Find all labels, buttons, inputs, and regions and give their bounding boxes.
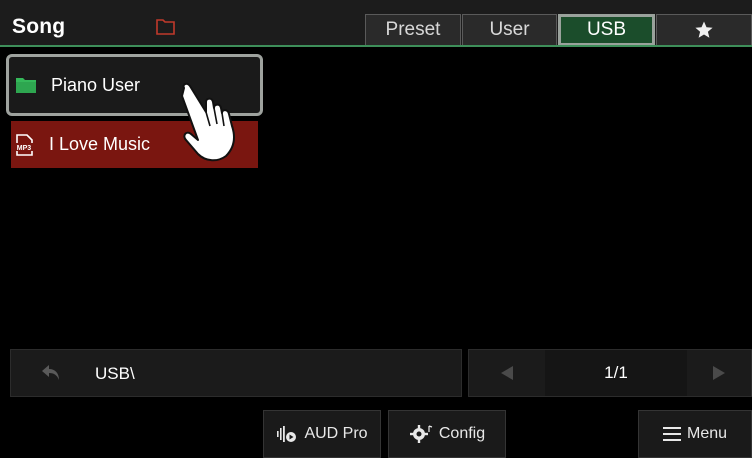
header-divider [0,45,752,47]
prev-page-button[interactable] [469,350,545,396]
folder-icon [16,78,36,93]
config-button[interactable]: Config [388,410,506,458]
star-icon [695,21,713,38]
triangle-left-icon [501,366,513,380]
hand-pointer-icon [181,82,235,162]
current-path: USB\ [95,364,135,383]
next-page-button[interactable] [687,350,751,396]
tab-favorites[interactable] [656,14,752,46]
tab-usb[interactable]: USB [558,14,655,46]
page-indicator: 1/1 [545,350,687,396]
hamburger-menu-icon [662,427,681,441]
triangle-right-icon [713,366,725,380]
back-arrow-icon [42,365,59,380]
tab-user[interactable]: User [462,14,557,46]
gear-icon [409,425,433,443]
audio-pro-icon [277,426,297,442]
back-button[interactable] [11,350,91,396]
config-label: Config [438,425,486,442]
svg-text:MP3: MP3 [17,145,32,152]
header-bar: Song Preset User USB [0,0,752,47]
list-item-label: Piano User [51,74,141,95]
aud-pro-button[interactable]: AUD Pro [263,410,381,458]
folder-outline-icon [156,19,175,35]
list-item-label: I Love Music [49,134,151,154]
page-title: Song [12,15,66,38]
tab-preset[interactable]: Preset [365,14,461,46]
source-tabs: Preset User USB [365,14,752,46]
pager: 1/1 [468,349,752,397]
mp3-file-icon: MP3 [14,133,34,156]
path-bar: USB\ [10,349,462,397]
aud-pro-label: AUD Pro [304,425,368,442]
menu-button[interactable]: Menu [638,410,752,458]
menu-label: Menu [686,425,728,442]
